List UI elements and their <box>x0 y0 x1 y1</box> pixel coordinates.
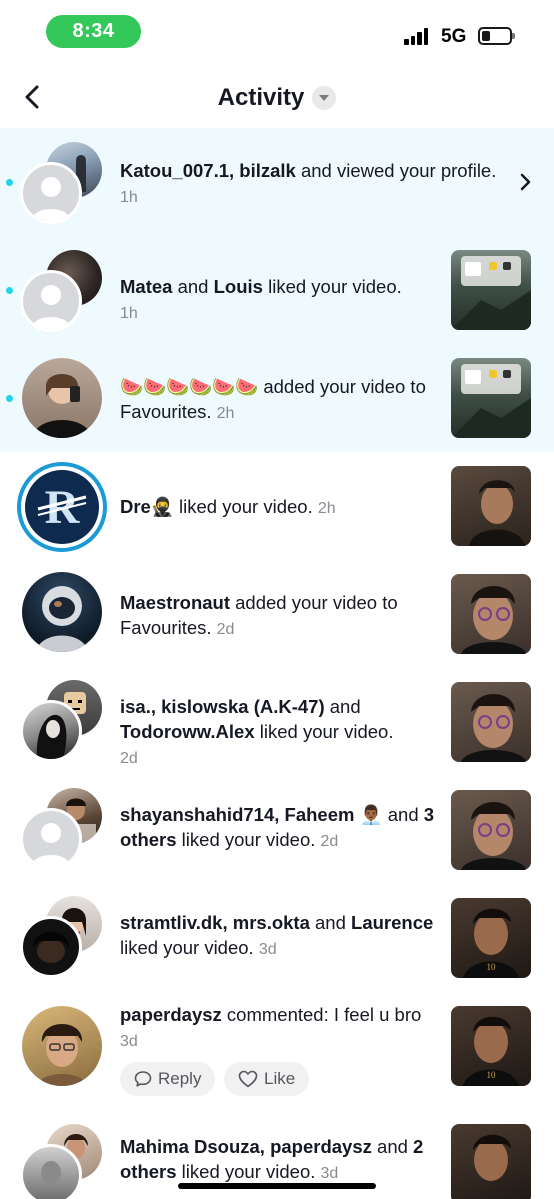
username[interactable]: Laurence <box>351 912 433 933</box>
list-item[interactable]: shayanshahid714, Faheem 👨🏾‍💼 and 3 other… <box>0 776 554 884</box>
list-item[interactable]: stramtliv.dk, mrs.okta and Laurence like… <box>0 884 554 992</box>
username[interactable]: 🍉🍉🍉🍉🍉🍉 <box>120 376 258 397</box>
list-item[interactable]: Maestronaut added your video to Favourit… <box>0 560 554 668</box>
avatar[interactable] <box>22 572 102 652</box>
video-thumbnail[interactable] <box>451 358 531 438</box>
timestamp: 3d <box>320 1165 339 1182</box>
battery-icon <box>478 27 515 45</box>
reply-button[interactable]: Reply <box>120 1062 216 1096</box>
avatar[interactable] <box>22 358 102 438</box>
timestamp: 3d <box>120 1033 138 1050</box>
timestamp: 1h <box>120 189 138 206</box>
usernames[interactable]: shayanshahid714, Faheem 👨🏾‍💼 <box>120 804 383 825</box>
activity-text: liked your video. <box>176 1161 316 1182</box>
timestamp: 1h <box>120 305 138 322</box>
usernames[interactable]: isa., kislowska (A.K-47) <box>120 696 325 717</box>
activity-list: Katou_007.1, bilzalk and viewed your pro… <box>0 128 554 1199</box>
header: Activity <box>0 70 554 128</box>
list-item[interactable]: 🍉🍉🍉🍉🍉🍉 added your video to Favourites. 2… <box>0 344 554 452</box>
chevron-right-icon[interactable] <box>516 172 536 192</box>
avatar[interactable] <box>20 270 82 332</box>
reply-label: Reply <box>158 1069 202 1088</box>
avatar[interactable] <box>20 162 82 224</box>
list-item[interactable]: R Dre🥷 liked your video. 2h <box>0 452 554 560</box>
caret-down-icon[interactable] <box>312 86 337 110</box>
timestamp: 2d <box>120 750 138 767</box>
like-button[interactable]: Like <box>224 1062 310 1096</box>
status-time: 8:34 <box>46 15 141 48</box>
timestamp: 3d <box>258 941 277 958</box>
video-thumbnail[interactable] <box>451 790 531 870</box>
usernames[interactable]: stramtliv.dk, mrs.okta <box>120 912 310 933</box>
video-thumbnail[interactable] <box>451 1124 531 1199</box>
svg-text:10: 10 <box>487 962 497 972</box>
video-thumbnail[interactable] <box>451 250 531 330</box>
video-thumbnail[interactable] <box>451 574 531 654</box>
list-item[interactable]: Matea and Louis liked your video. 1h <box>0 236 554 344</box>
avatar[interactable] <box>20 916 82 978</box>
avatar[interactable] <box>20 808 82 870</box>
activity-text: and viewed your profile. <box>295 160 497 181</box>
signal-icon <box>404 27 434 45</box>
timestamp: 2d <box>320 833 339 850</box>
home-indicator <box>178 1183 376 1189</box>
avatar[interactable]: R <box>17 462 107 552</box>
svg-text:10: 10 <box>487 1070 497 1080</box>
activity-text: liked your video. <box>176 829 316 850</box>
unread-dot <box>6 179 13 186</box>
video-thumbnail[interactable]: 10 <box>451 898 531 978</box>
activity-text: liked your video. <box>254 721 394 742</box>
timestamp: 2d <box>216 621 235 638</box>
avatar[interactable] <box>20 1144 82 1199</box>
heart-icon <box>238 1070 258 1088</box>
page-title[interactable]: Activity <box>218 84 305 112</box>
list-item[interactable]: paperdaysz commented: I feel u bro 3d Re… <box>0 992 554 1116</box>
username[interactable]: Todoroww.Alex <box>120 721 255 742</box>
video-thumbnail[interactable] <box>451 466 531 546</box>
speech-bubble-icon <box>134 1071 152 1087</box>
video-thumbnail[interactable]: 10 <box>451 1006 531 1086</box>
network-type: 5G <box>441 26 467 47</box>
usernames[interactable]: Katou_007.1, bilzalk <box>120 160 296 181</box>
avatar[interactable] <box>20 700 82 762</box>
username[interactable]: Matea <box>120 276 172 297</box>
status-bar: 8:34 5G <box>0 0 554 70</box>
list-item[interactable]: Katou_007.1, bilzalk and viewed your pro… <box>0 128 554 236</box>
like-label: Like <box>264 1069 296 1088</box>
timestamp: 2h <box>216 405 235 422</box>
unread-dot <box>6 395 13 402</box>
unread-dot <box>6 287 13 294</box>
timestamp: 2h <box>317 500 336 517</box>
username[interactable]: Louis <box>214 276 263 297</box>
username[interactable]: Maestronaut <box>120 592 230 613</box>
username[interactable]: Dre🥷 <box>120 496 174 517</box>
username[interactable]: paperdaysz <box>120 1004 222 1025</box>
video-thumbnail[interactable] <box>451 682 531 762</box>
activity-text: liked your video. <box>173 496 313 517</box>
activity-text: liked your video. <box>120 937 254 958</box>
avatar[interactable] <box>22 1006 102 1086</box>
activity-text: liked your video. <box>262 276 402 297</box>
usernames[interactable]: Mahima Dsouza, paperdaysz <box>120 1136 372 1157</box>
list-item[interactable]: isa., kislowska (A.K-47) and Todoroww.Al… <box>0 668 554 776</box>
comment-text: commented: I feel u bro <box>221 1004 422 1025</box>
